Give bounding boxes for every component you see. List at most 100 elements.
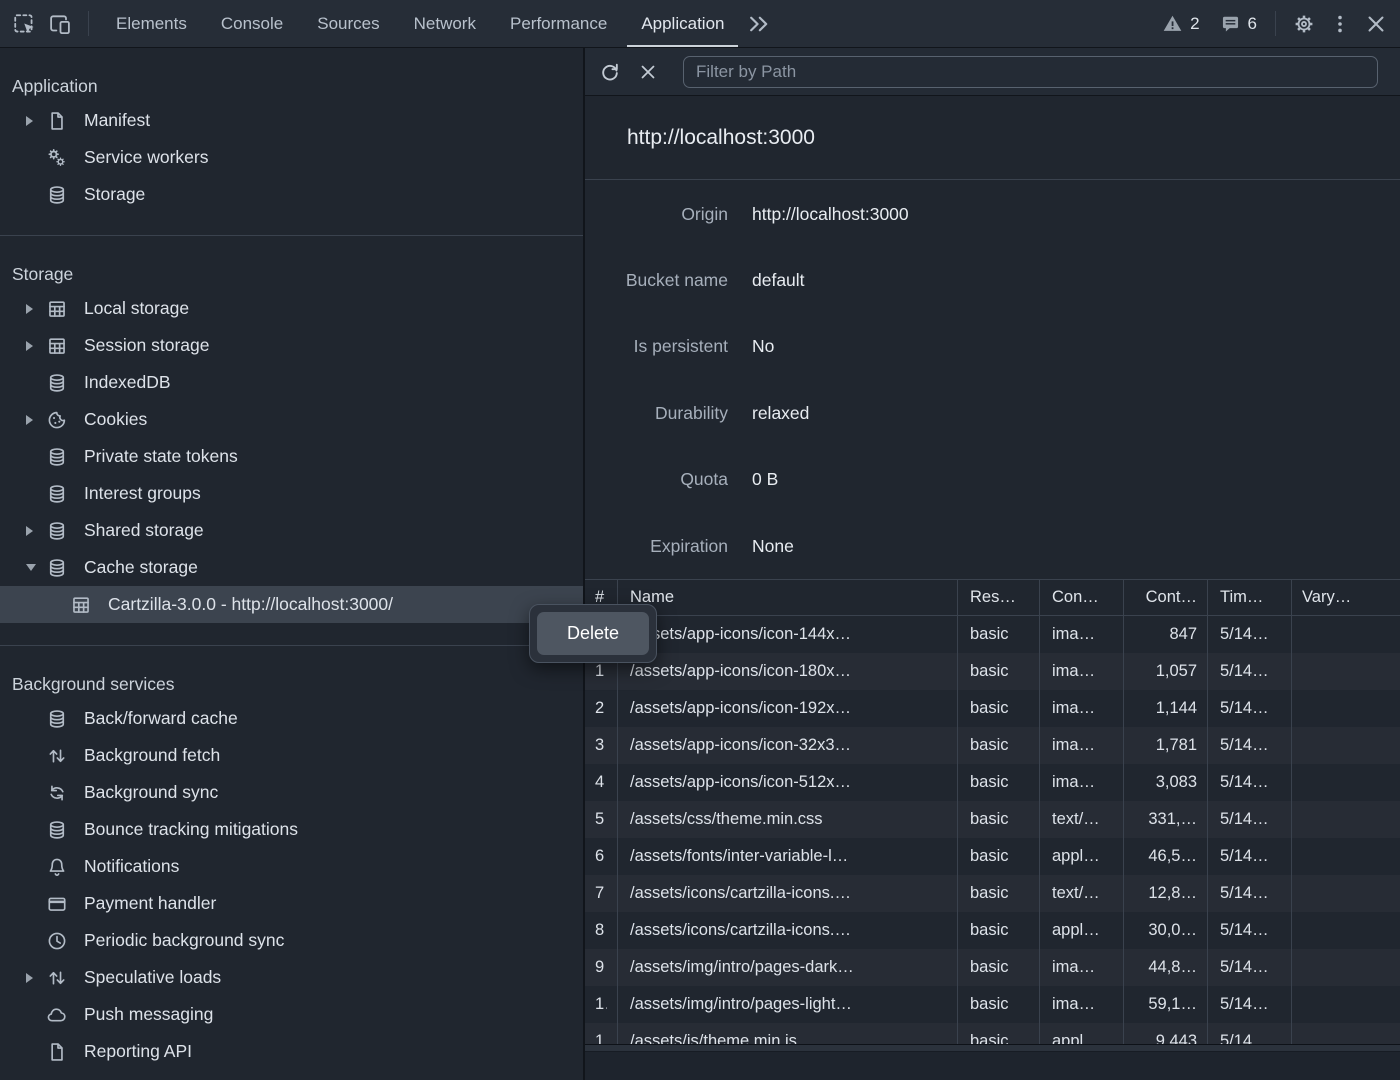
pane-splitter[interactable] <box>585 1045 1400 1052</box>
expander-spacer <box>26 139 46 176</box>
column-header[interactable]: Vary… <box>1292 580 1400 615</box>
kebab-menu-icon[interactable] <box>1322 0 1358 47</box>
table-cell <box>1292 616 1400 653</box>
table-row[interactable]: 2/assets/app-icons/icon-192x…basicima…1,… <box>585 690 1400 727</box>
table-cell-text: 847 <box>1134 625 1197 644</box>
column-header[interactable]: Cont… <box>1124 580 1208 615</box>
table-cell: 5 <box>585 801 618 838</box>
table-cell-text: 2 <box>595 699 607 718</box>
context-menu: Delete <box>529 604 657 663</box>
tab-console[interactable]: Console <box>204 0 300 47</box>
tab-network[interactable]: Network <box>397 0 493 47</box>
close-icon[interactable] <box>1358 0 1394 47</box>
sidebar-item-reporting-api[interactable]: Reporting API <box>0 1033 583 1070</box>
table-cell-text: 59,1… <box>1134 995 1197 1014</box>
table-cell-text: /assets/app-icons/icon-32x3… <box>630 736 947 755</box>
table-cell-text: basic <box>970 958 1029 977</box>
sidebar-item-notifications[interactable]: Notifications <box>0 848 583 885</box>
filter-by-path-input[interactable] <box>683 56 1378 88</box>
tab-performance[interactable]: Performance <box>493 0 624 47</box>
clear-icon[interactable] <box>633 57 663 87</box>
table-cell: appl… <box>1040 912 1124 949</box>
sidebar-section: StorageLocal storageSession storageIndex… <box>0 258 583 646</box>
sidebar-item-push-messaging[interactable]: Push messaging <box>0 996 583 1033</box>
chevron-right-icon[interactable] <box>26 401 46 438</box>
table-cell: 9,443 <box>1124 1023 1208 1044</box>
table-row[interactable]: 6/assets/fonts/inter-variable-l…basicapp… <box>585 838 1400 875</box>
table-row[interactable]: 5/assets/css/theme.min.cssbasictext/…331… <box>585 801 1400 838</box>
inspect-icon[interactable] <box>6 0 42 47</box>
column-header[interactable]: Con… <box>1040 580 1124 615</box>
column-header[interactable]: Name <box>618 580 958 615</box>
sidebar-item-manifest[interactable]: Manifest <box>0 102 583 139</box>
table-cell-text: 4 <box>595 773 607 792</box>
sidebar-item-label: Payment handler <box>84 893 216 914</box>
column-header-label: Con… <box>1052 588 1113 607</box>
sidebar-item-background-fetch[interactable]: Background fetch <box>0 737 583 774</box>
context-menu-item-delete[interactable]: Delete <box>537 612 649 655</box>
table-row[interactable]: 3/assets/app-icons/icon-32x3…basicima…1,… <box>585 727 1400 764</box>
sidebar-item-storage[interactable]: Storage <box>0 176 583 213</box>
tab-elements[interactable]: Elements <box>99 0 204 47</box>
table-row[interactable]: 10/assets/img/intro/pages-light…basicima… <box>585 986 1400 1023</box>
chevron-right-icon[interactable] <box>26 512 46 549</box>
chevron-right-icon[interactable] <box>26 102 46 139</box>
table-cell-text: /assets/app-icons/icon-144x… <box>630 625 947 644</box>
column-header[interactable]: Res… <box>958 580 1040 615</box>
sidebar-item-background-sync[interactable]: Background sync <box>0 774 583 811</box>
table-cell: 5/14… <box>1208 690 1292 727</box>
table-row[interactable]: 11/assets/js/theme.min.jsbasicappl…9,443… <box>585 1023 1400 1044</box>
column-header[interactable]: Tim… <box>1208 580 1292 615</box>
sidebar-item-back-forward-cache[interactable]: Back/forward cache <box>0 700 583 737</box>
sidebar-item-cookies[interactable]: Cookies <box>0 401 583 438</box>
table-cell-text: /assets/js/theme.min.js <box>630 1032 947 1044</box>
gear-icon[interactable] <box>1286 0 1322 47</box>
sidebar-item-local-storage[interactable]: Local storage <box>0 290 583 327</box>
sidebar-item-service-workers[interactable]: Service workers <box>0 139 583 176</box>
sidebar-item-interest-groups[interactable]: Interest groups <box>0 475 583 512</box>
sidebar-item-cartzilla-3-0-0-http-localhost-3000[interactable]: Cartzilla-3.0.0 - http://localhost:3000/ <box>0 586 583 623</box>
table-cell: /assets/img/intro/pages-light… <box>618 986 958 1023</box>
sidebar-item-session-storage[interactable]: Session storage <box>0 327 583 364</box>
chevron-right-icon[interactable] <box>26 290 46 327</box>
sidebar-item-indexeddb[interactable]: IndexedDB <box>0 364 583 401</box>
table-cell-text: 5/14… <box>1220 810 1281 829</box>
chevron-right-icon[interactable] <box>26 327 46 364</box>
table-row[interactable]: 4/assets/app-icons/icon-512x…basicima…3,… <box>585 764 1400 801</box>
clock-icon <box>46 930 68 952</box>
expander-spacer <box>26 737 46 774</box>
sidebar-item-label: Local storage <box>84 298 189 319</box>
more-tabs-icon[interactable] <box>741 0 777 47</box>
sidebar-item-label: Background sync <box>84 782 218 803</box>
sidebar-item-private-state-tokens[interactable]: Private state tokens <box>0 438 583 475</box>
sidebar-item-payment-handler[interactable]: Payment handler <box>0 885 583 922</box>
sidebar-item-shared-storage[interactable]: Shared storage <box>0 512 583 549</box>
table-row[interactable]: 0/assets/app-icons/icon-144x…basicima…84… <box>585 616 1400 653</box>
tab-application[interactable]: Application <box>624 0 741 47</box>
table-row[interactable]: 1/assets/app-icons/icon-180x…basicima…1,… <box>585 653 1400 690</box>
chevron-right-icon[interactable] <box>26 959 46 996</box>
table-cell: basic <box>958 801 1040 838</box>
sidebar-item-cache-storage[interactable]: Cache storage <box>0 549 583 586</box>
sidebar-item-bounce-tracking-mitigations[interactable]: Bounce tracking mitigations <box>0 811 583 848</box>
table-row[interactable]: 7/assets/icons/cartzilla-icons.…basictex… <box>585 875 1400 912</box>
bucket-metadata: Originhttp://localhost:3000Bucket namede… <box>585 180 1400 580</box>
tab-sources[interactable]: Sources <box>300 0 396 47</box>
table-cell: 5/14… <box>1208 727 1292 764</box>
expander-spacer <box>26 885 46 922</box>
sidebar-item-periodic-background-sync[interactable]: Periodic background sync <box>0 922 583 959</box>
messages-indicator[interactable]: 6 <box>1214 13 1263 34</box>
table-cell: 1,057 <box>1124 653 1208 690</box>
table-row[interactable]: 8/assets/icons/cartzilla-icons.…basicapp… <box>585 912 1400 949</box>
device-toolbar-icon[interactable] <box>42 0 78 47</box>
warnings-indicator[interactable]: 2 <box>1156 13 1205 34</box>
sidebar-item-label: Shared storage <box>84 520 204 541</box>
sidebar-item-label: Session storage <box>84 335 210 356</box>
table-row[interactable]: 9/assets/img/intro/pages-dark…basicima…4… <box>585 949 1400 986</box>
table-cell: /assets/fonts/inter-variable-l… <box>618 838 958 875</box>
table-cell: 12,8… <box>1124 875 1208 912</box>
sidebar-item-speculative-loads[interactable]: Speculative loads <box>0 959 583 996</box>
refresh-icon[interactable] <box>595 57 625 87</box>
table-cell: text/… <box>1040 875 1124 912</box>
chevron-down-icon[interactable] <box>26 549 46 586</box>
